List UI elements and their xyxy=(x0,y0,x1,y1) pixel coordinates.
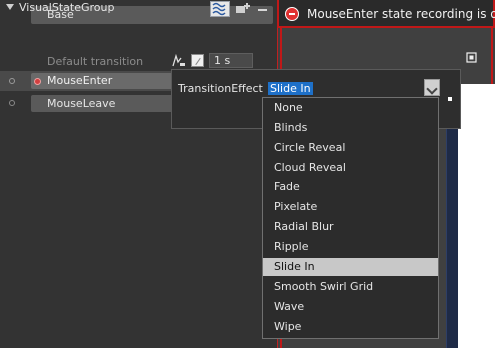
transition-effect-label: TransitionEffect xyxy=(178,82,263,95)
dropdown-option-blinds[interactable]: Blinds xyxy=(263,119,438,137)
group-label: VisualStateGroup xyxy=(19,1,115,14)
state-radio-mouseleave[interactable] xyxy=(9,100,15,106)
remove-group-icon[interactable] xyxy=(258,9,267,11)
recording-status-text: MouseEnter state recording is on xyxy=(307,7,495,21)
recording-indicator-icon xyxy=(34,78,41,85)
dropdown-option-fade[interactable]: Fade xyxy=(263,178,438,196)
dropdown-option-cloud-reveal[interactable]: Cloud Reveal xyxy=(263,159,438,177)
dropdown-option-wave[interactable]: Wave xyxy=(263,298,438,316)
state-mouseleave[interactable]: MouseLeave xyxy=(31,95,185,112)
add-state-icon[interactable] xyxy=(236,3,250,15)
popup-resize-handle[interactable] xyxy=(448,97,452,101)
visual-state-group-row[interactable] xyxy=(0,29,277,47)
dropdown-option-radial-blur[interactable]: Radial Blur xyxy=(263,218,438,236)
dropdown-option-wipe[interactable]: Wipe xyxy=(263,318,438,336)
chevron-down-icon[interactable] xyxy=(424,79,440,96)
frame-icon[interactable] xyxy=(466,52,477,63)
artboard-canvas xyxy=(458,84,495,348)
transition-effect-icon[interactable] xyxy=(210,1,230,17)
state-radio-mouseenter[interactable] xyxy=(9,78,15,84)
default-transition-label: Default transition xyxy=(47,55,144,68)
recording-icon[interactable] xyxy=(285,7,299,21)
transition-checkbox[interactable] xyxy=(191,54,204,67)
dropdown-option-ripple[interactable]: Ripple xyxy=(263,238,438,256)
dropdown-option-smooth-swirl-grid[interactable]: Smooth Swirl Grid xyxy=(263,278,438,296)
default-transition-duration-field[interactable]: 1 s xyxy=(209,53,253,68)
dropdown-option-circle-reveal[interactable]: Circle Reveal xyxy=(263,139,438,157)
easing-function-icon[interactable] xyxy=(172,53,186,67)
expand-group-icon[interactable] xyxy=(6,4,14,10)
dropdown-option-none[interactable]: None xyxy=(263,99,438,117)
dropdown-option-pixelate[interactable]: Pixelate xyxy=(263,198,438,216)
transition-effect-selected-value[interactable]: Slide In xyxy=(268,82,313,95)
state-mouseenter[interactable]: MouseEnter xyxy=(31,73,185,89)
dropdown-option-slide-in[interactable]: Slide In xyxy=(263,258,438,276)
